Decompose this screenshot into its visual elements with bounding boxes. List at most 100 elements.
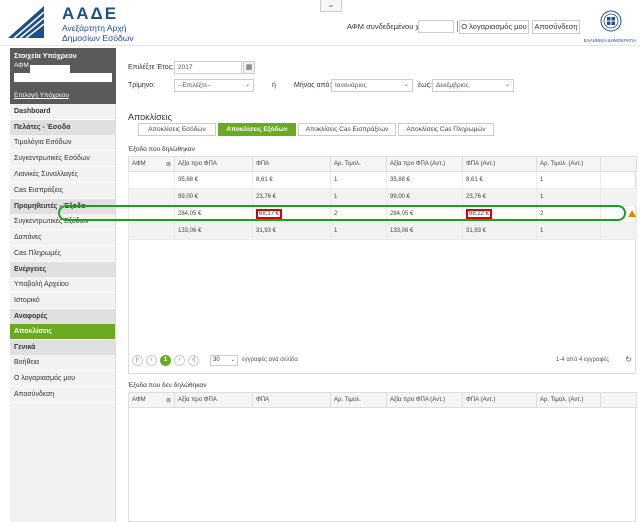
brand: ΑΑΔΕ Ανεξάρτητη Αρχή Δημοσίων Εσόδων bbox=[62, 4, 134, 44]
column-header[interactable]: ΦΠΑ bbox=[252, 156, 331, 172]
first-page-button[interactable]: |‹ bbox=[132, 355, 143, 366]
column-header[interactable]: Αξία προ ΦΠΑ bbox=[174, 392, 253, 408]
or-label: ή bbox=[272, 82, 276, 89]
column-header[interactable]: Αρ. Τιμολ. bbox=[330, 392, 387, 408]
table-row[interactable]: 99,00 € 23,76 € 1 99,00 € 23,76 € 1 bbox=[128, 188, 637, 206]
sidebar-section-header: Αναφορές bbox=[10, 309, 115, 324]
change-taxpayer-link[interactable]: Επιλογή Υπόχρεου bbox=[14, 92, 69, 99]
declared-title: Έξοδα που δηλώθηκαν bbox=[128, 146, 195, 153]
current-page-button[interactable]: 1 bbox=[160, 355, 171, 366]
brand-short: ΑΑΔΕ bbox=[62, 4, 119, 23]
collapse-header-button[interactable]: ⌄ bbox=[320, 0, 342, 12]
section-title: Αποκλίσεις bbox=[128, 112, 172, 122]
table-cell: 31,93 € bbox=[462, 222, 537, 240]
column-header[interactable]: ΑΦΜ ⊚ bbox=[128, 392, 175, 408]
next-page-button[interactable]: › bbox=[174, 355, 185, 366]
table-row[interactable]: 35,88 € 8,61 € 1 35,88 € 8,61 € 1 bbox=[128, 171, 637, 189]
table-cell: 99,00 € bbox=[386, 188, 463, 206]
table-cell: 23,76 € bbox=[252, 188, 331, 206]
column-header[interactable]: Αρ. Τιμολ. bbox=[330, 156, 387, 172]
last-page-button[interactable]: ›| bbox=[188, 355, 199, 366]
sidebar-item[interactable]: Αποκλίσεις bbox=[10, 324, 115, 340]
chevron-down-icon: ⌄ bbox=[403, 82, 409, 88]
chevron-down-icon: ⌄ bbox=[504, 82, 510, 88]
header: ΑΑΔΕ Ανεξάρτητη Αρχή Δημοσίων Εσόδων ⌄ Α… bbox=[0, 0, 640, 46]
tab-expense-discrepancies[interactable]: Αποκλίσεις Εξόδων bbox=[218, 123, 296, 136]
refresh-icon[interactable]: ↻ bbox=[625, 355, 632, 364]
cell-value: 31,93 € bbox=[256, 228, 277, 234]
sidebar-item[interactable]: Ο λογαριασμός μου bbox=[10, 371, 115, 387]
sidebar-section-header: Πελάτες - Έσοδα bbox=[10, 120, 115, 135]
logout-button[interactable]: Αποσύνδεση bbox=[532, 20, 580, 34]
cell-value: 23,76 € bbox=[256, 194, 277, 200]
column-header[interactable]: ΦΠΑ (Αντ.) bbox=[462, 392, 537, 408]
column-header[interactable]: Αξία προ ΦΠΑ (Αντ.) bbox=[386, 392, 463, 408]
cell-value: 31,93 € bbox=[466, 228, 487, 234]
table-cell: 8,61 € bbox=[252, 171, 331, 189]
emblem-text: ΕΛΛΗΝΙΚΗ ΔΗΜΟΚΡΑΤΙΑ bbox=[583, 38, 637, 43]
sidebar-section-header: Ενέργειες bbox=[10, 262, 115, 277]
my-account-button[interactable]: Ο λογαριασμός μου bbox=[459, 20, 529, 34]
sidebar-item[interactable]: Cas Πληρωμές bbox=[10, 246, 115, 262]
column-header[interactable]: Αρ. Τιμολ. (Αντ.) bbox=[536, 156, 601, 172]
quarter-label: Τρίμηνο: bbox=[128, 82, 156, 89]
cell-value: 1 bbox=[334, 228, 338, 234]
sidebar-item[interactable]: Δαπάνες bbox=[10, 230, 115, 246]
cell-value: 8,61 € bbox=[256, 177, 273, 183]
declared-header-row: ΑΦΜ ⊚ Αξία προ ΦΠΑ ΦΠΑ Αρ. Τιμολ. Αξία πρ… bbox=[128, 156, 637, 172]
undeclared-header-row: ΑΦΜ ⊚ Αξία προ ΦΠΑ ΦΠΑ Αρ. Τιμολ. Αξία πρ… bbox=[128, 392, 637, 408]
highlight-annotation bbox=[58, 205, 626, 221]
page-size-value: 30 bbox=[213, 357, 220, 363]
sidebar-item[interactable]: Λιανικές Συναλλαγές bbox=[10, 167, 115, 183]
header-divider bbox=[457, 21, 458, 32]
brand-line2: Δημοσίων Εσόδων bbox=[62, 33, 134, 43]
sidebar-item[interactable]: Cas Εισπράξεις bbox=[10, 183, 115, 199]
table-row[interactable]: 133,06 € 31,93 € 1 133,06 € 31,93 € 1 bbox=[128, 222, 637, 240]
tab-income-discrepancies[interactable]: Αποκλίσεις Εσόδων bbox=[138, 123, 216, 136]
sidebar-item[interactable]: Dashboard bbox=[10, 104, 115, 120]
table-cell: 133,06 € bbox=[174, 222, 253, 240]
pager: |‹ ‹ 1 › ›| 30 ⌄ εγγραφές ανά σελίδα 1-4… bbox=[128, 353, 636, 371]
table-cell: 1 bbox=[330, 171, 387, 189]
table-cell bbox=[600, 171, 637, 189]
quarter-select[interactable]: --Επιλέξτε-- ⌄ bbox=[174, 79, 254, 92]
cell-value: 1 bbox=[540, 228, 544, 234]
cell-value: 1 bbox=[540, 177, 544, 183]
column-header[interactable]: ΦΠΑ bbox=[252, 392, 331, 408]
column-header[interactable]: Αρ. Τιμολ. (Αντ.) bbox=[536, 392, 601, 408]
sidebar-item[interactable]: Αποσύνδεση bbox=[10, 387, 115, 403]
month-from-select-value: Ιανουάριος bbox=[335, 82, 367, 89]
filter-icon[interactable]: ⊚ bbox=[166, 161, 171, 168]
sidebar-item[interactable]: Τιμολόγια Εσόδων bbox=[10, 135, 115, 151]
page-size-select[interactable]: 30 ⌄ bbox=[210, 355, 238, 366]
tab-cas-payments-discrepancies[interactable]: Αποκλίσεις Cas Πληρωμών bbox=[398, 123, 494, 136]
greek-emblem-icon bbox=[600, 10, 622, 32]
filter-icon[interactable]: ⊚ bbox=[166, 397, 171, 404]
afm-value-redacted bbox=[30, 65, 70, 73]
per-page-text: εγγραφές ανά σελίδα bbox=[242, 357, 298, 363]
year-input[interactable]: 2017 bbox=[174, 61, 242, 74]
column-header[interactable]: ΑΦΜ ⊚ bbox=[128, 156, 175, 172]
column-header[interactable]: ΦΠΑ (Αντ.) bbox=[462, 156, 537, 172]
sidebar-item[interactable]: Ιστορικό bbox=[10, 293, 115, 309]
sidebar-item[interactable]: Βοήθεια bbox=[10, 355, 115, 371]
vat-field bbox=[418, 20, 454, 33]
month-from-label: Μήνας από: bbox=[294, 82, 332, 89]
month-to-select[interactable]: Δεκέμβριος ⌄ bbox=[432, 79, 514, 92]
sidebar-item[interactable]: Συγκεντρωτικές Εσόδων bbox=[10, 151, 115, 167]
undeclared-title: Έξοδα που δεν δηλώθηκαν bbox=[128, 382, 207, 389]
month-from-select[interactable]: Ιανουάριος ⌄ bbox=[331, 79, 413, 92]
aade-logo-icon bbox=[8, 6, 45, 39]
column-header[interactable]: Αξία προ ΦΠΑ bbox=[174, 156, 253, 172]
month-to-select-value: Δεκέμβριος bbox=[436, 82, 469, 89]
cell-value: 99,00 € bbox=[178, 194, 199, 200]
table-cell: 23,76 € bbox=[462, 188, 537, 206]
calendar-icon[interactable]: ▦ bbox=[243, 61, 255, 74]
cell-value: 1 bbox=[334, 177, 338, 183]
column-header[interactable]: Αξία προ ΦΠΑ (Αντ.) bbox=[386, 156, 463, 172]
prev-page-button[interactable]: ‹ bbox=[146, 355, 157, 366]
table-cell bbox=[128, 222, 175, 240]
tab-cas-receipts-discrepancies[interactable]: Αποκλίσεις Cas Εισπράξεων bbox=[298, 123, 396, 136]
sidebar-item[interactable]: Υποβολή Αρχείου bbox=[10, 277, 115, 293]
table-cell: 1 bbox=[330, 222, 387, 240]
